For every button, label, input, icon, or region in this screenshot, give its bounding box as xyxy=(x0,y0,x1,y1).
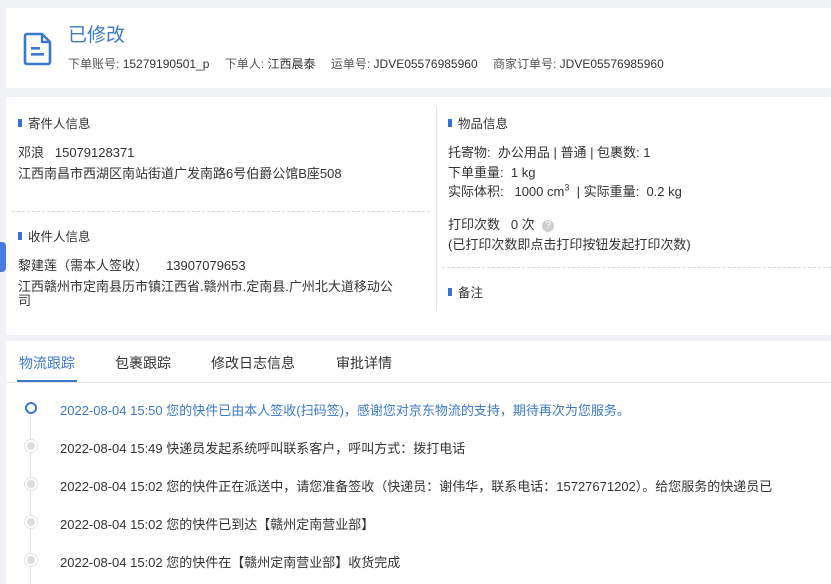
timeline-item: 2022-08-04 15:02 您的快件已到达【赣州定南营业部】 xyxy=(60,517,375,532)
meta-value: 15279190501_p xyxy=(122,57,210,71)
sender-phone: 15079128371 xyxy=(54,145,135,160)
tab-approval-details[interactable]: 审批详情 xyxy=(336,353,392,373)
column-divider xyxy=(436,107,437,311)
volume-unit-exponent: 3 xyxy=(564,182,570,193)
receiver-contact: 黎建莲（需本人签收） 13907079653 xyxy=(18,255,246,274)
order-weight-row: 下单重量: 1 kg xyxy=(448,162,535,181)
timeline-item: 2022-08-04 15:02 您的快件在【赣州定南营业部】收货完成 xyxy=(60,555,401,570)
actual-weight-label: | 实际重量: xyxy=(576,184,640,199)
timeline-dot xyxy=(25,402,37,414)
tab-change-log[interactable]: 修改日志信息 xyxy=(211,353,295,373)
meta-label: 运单号: xyxy=(330,57,371,71)
tab-package-tracking[interactable]: 包裹跟踪 xyxy=(115,353,171,373)
receiver-address-line: 江西赣州市定南县历市镇江西省.赣州市.定南县.广州北大道移动公 xyxy=(18,279,393,294)
sender-contact: 邓浪 15079128371 xyxy=(18,142,134,161)
timeline-dot xyxy=(25,554,37,566)
meta-value: JDVE05576985960 xyxy=(559,57,664,71)
help-icon[interactable]: ? xyxy=(542,220,555,232)
timeline-dot xyxy=(25,440,37,452)
volume-label: 实际体积: xyxy=(448,184,504,199)
order-status: 已修改 xyxy=(68,25,126,46)
sender-section-title: 寄件人信息 xyxy=(18,113,91,132)
order-meta: 下单账号: 15279190501_p 下单人: 江西晨泰 运单号: JDVE0… xyxy=(68,55,664,72)
meta-label: 商家订单号: xyxy=(492,57,557,71)
timeline-dot xyxy=(25,516,37,528)
order-header: 已修改 下单账号: 15279190501_p 下单人: 江西晨泰 运单号: J… xyxy=(6,8,831,88)
timeline-item: 2022-08-04 15:50 您的快件已由本人签收(扫码签)，感谢您对京东物… xyxy=(60,403,630,418)
meta-value: JDVE05576985960 xyxy=(373,57,478,71)
actual-weight-value: 0.2 kg xyxy=(646,184,682,199)
print-count-value: 0 次 xyxy=(510,217,535,232)
tracking-card: 物流跟踪 包裹跟踪 修改日志信息 审批详情 2022-08-04 15:50 您… xyxy=(6,341,831,584)
tab-logistics-tracking[interactable]: 物流跟踪 xyxy=(19,353,75,373)
receiver-name: 黎建莲（需本人签收） xyxy=(18,258,149,273)
receiver-address-line: 司 xyxy=(18,293,32,308)
document-icon xyxy=(23,32,52,66)
consignment-label: 托寄物: xyxy=(448,145,491,160)
receiver-phone: 13907079653 xyxy=(166,258,246,273)
consignment-row: 托寄物: 办公用品 | 普通 | 包裹数: 1 xyxy=(448,142,651,161)
consignment-value: 办公用品 | 普通 | 包裹数: 1 xyxy=(497,145,651,160)
tracking-tabs: 物流跟踪 包裹跟踪 修改日志信息 审批详情 xyxy=(6,341,831,383)
shipment-info-card: 寄件人信息 邓浪 15079128371 江西南昌市西湖区南站街道广发南路6号伯… xyxy=(6,97,831,335)
print-hint: (已打印次数即点击打印按钮发起打印次数) xyxy=(448,237,691,252)
meta-label: 下单账号: xyxy=(68,57,120,71)
meta-value: 江西晨泰 xyxy=(267,57,316,71)
print-count-row: 打印次数 0 次 ? xyxy=(448,214,555,233)
timeline-item: 2022-08-04 15:49 快递员发起系统呼叫联系客户，呼叫方式：拨打电话 xyxy=(60,441,466,456)
print-count-label: 打印次数 xyxy=(448,217,501,232)
sender-name: 邓浪 xyxy=(18,145,45,160)
side-expand-handle[interactable] xyxy=(0,242,6,272)
timeline-item: 2022-08-04 15:02 您的快件正在派送中，请您准备签收（快递员：谢伟… xyxy=(60,479,773,494)
receiver-section-title: 收件人信息 xyxy=(18,226,91,245)
timeline-dot xyxy=(25,478,37,490)
volume-value: 1000 cm xyxy=(514,184,565,199)
volume-row: 实际体积: 1000 cm3 | 实际重量: 0.2 kg xyxy=(448,181,682,200)
meta-label: 下单人: xyxy=(224,57,265,71)
goods-section-title: 物品信息 xyxy=(448,113,508,132)
order-weight-value: 1 kg xyxy=(510,165,536,180)
order-weight-label: 下单重量: xyxy=(448,165,504,180)
section-divider xyxy=(12,211,430,212)
remark-section-title: 备注 xyxy=(448,282,483,301)
section-divider xyxy=(442,267,831,268)
sender-address: 江西南昌市西湖区南站街道广发南路6号伯爵公馆B座508 xyxy=(18,166,342,181)
active-tab-indicator xyxy=(17,380,77,382)
